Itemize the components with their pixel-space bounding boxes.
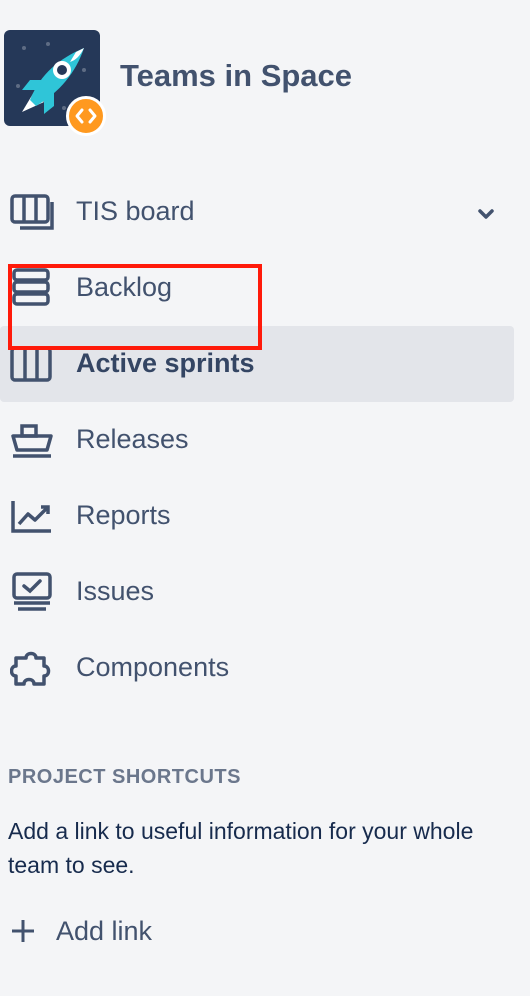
puzzle-icon xyxy=(10,648,54,688)
project-shortcuts-description: Add a link to useful information for you… xyxy=(8,818,474,878)
board-icon xyxy=(10,192,54,232)
project-header: Teams in Space xyxy=(0,0,530,140)
sidebar-item-label: Backlog xyxy=(76,272,173,302)
sidebar-item-label: Releases xyxy=(76,424,189,454)
chevron-down-icon[interactable] xyxy=(472,200,500,228)
plus-icon xyxy=(8,916,38,946)
sidebar-item-label: Components xyxy=(76,652,230,682)
sprint-icon xyxy=(10,344,54,384)
sidebar-item-label: Issues xyxy=(76,576,155,606)
sidebar-item-reports[interactable]: Reports xyxy=(0,478,514,554)
issues-icon xyxy=(10,572,54,612)
project-type-badge xyxy=(66,96,106,136)
add-link-label: Add link xyxy=(56,916,153,946)
code-icon xyxy=(75,108,97,124)
sidebar-nav: TIS board Backlog Active sprints Release… xyxy=(0,174,530,706)
project-shortcuts-heading: PROJECT SHORTCUTS xyxy=(8,766,241,788)
sidebar-item-issues[interactable]: Issues xyxy=(0,554,514,630)
sidebar-item-backlog[interactable]: Backlog xyxy=(0,250,514,326)
project-title[interactable]: Teams in Space xyxy=(120,58,352,94)
sidebar-item-active-sprints[interactable]: Active sprints xyxy=(0,326,514,402)
sidebar-item-releases[interactable]: Releases xyxy=(0,402,514,478)
chart-icon xyxy=(10,496,54,536)
backlog-icon xyxy=(10,268,54,308)
sidebar-item-label: TIS board xyxy=(76,196,195,226)
sidebar-item-tis-board[interactable]: TIS board xyxy=(0,174,514,250)
sidebar-item-label: Reports xyxy=(76,500,171,530)
add-link-button[interactable]: Add link xyxy=(8,906,248,956)
sidebar-item-label: Active sprints xyxy=(76,348,255,378)
ship-icon xyxy=(10,420,54,460)
sidebar-item-components[interactable]: Components xyxy=(0,630,514,706)
